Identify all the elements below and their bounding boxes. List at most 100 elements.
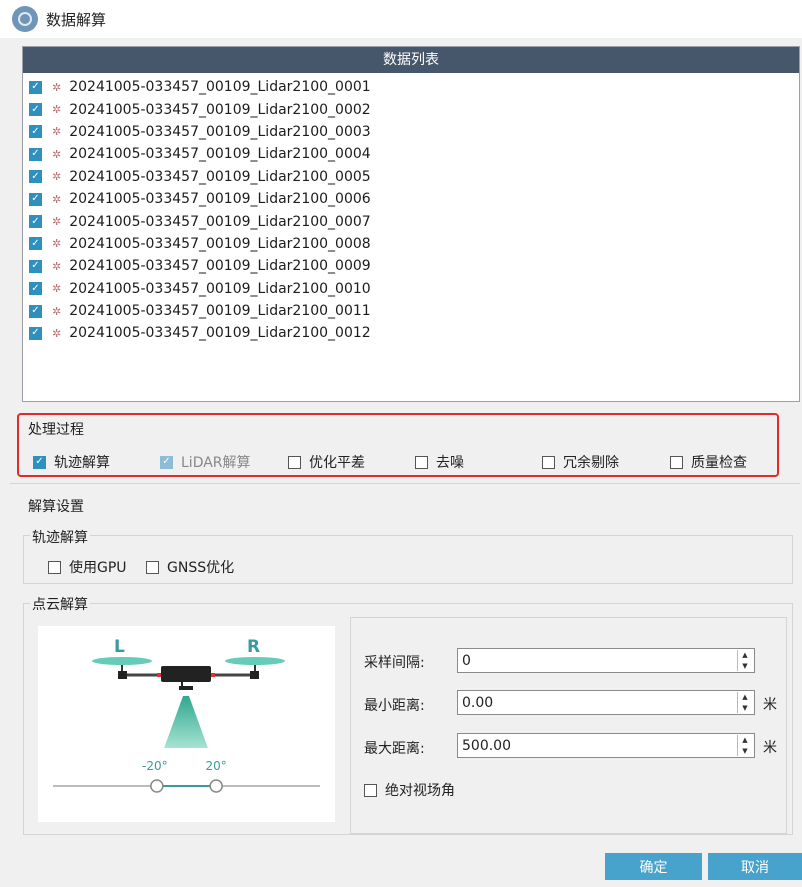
settings-title: 解算设置: [28, 499, 84, 515]
list-item[interactable]: ✓ ✲ 20241005-033457_00109_Lidar2100_0001: [23, 76, 799, 98]
spin-up-icon[interactable]: ▲: [738, 650, 752, 661]
drone-fov-illustration: L R -20° 20°: [38, 626, 335, 822]
point-cloud-icon: ✲: [52, 282, 62, 296]
list-item[interactable]: ✓ ✲ 20241005-033457_00109_Lidar2100_0008: [23, 233, 799, 255]
right-lidar-label: R: [247, 637, 260, 657]
checkbox-checked-icon: ✓: [33, 455, 46, 469]
checkbox-checked-icon: ✓: [160, 455, 173, 469]
list-item[interactable]: ✓ ✲ 20241005-033457_00109_Lidar2100_0003: [23, 121, 799, 143]
checkbox-checked-icon[interactable]: ✓: [29, 170, 42, 184]
spin-arrows[interactable]: ▲ ▼: [737, 692, 752, 713]
process-option-label: 优化平差: [309, 455, 365, 471]
checkbox-checked-icon[interactable]: ✓: [29, 80, 42, 94]
point-cloud-icon: ✲: [52, 125, 62, 139]
min-distance-value: 0.00: [462, 694, 494, 711]
list-item-label: 20241005-033457_00109_Lidar2100_0004: [69, 146, 371, 163]
list-item[interactable]: ✓ ✲ 20241005-033457_00109_Lidar2100_0006: [23, 188, 799, 210]
process-option-checkbox[interactable]: 冗余剔除: [542, 452, 619, 472]
data-list-header: 数据列表: [23, 47, 799, 73]
cancel-button[interactable]: 取消: [708, 853, 802, 880]
process-option-label: 轨迹解算: [54, 455, 110, 471]
checkbox-box: [48, 560, 61, 574]
process-option-checkbox[interactable]: 质量检查: [670, 452, 747, 472]
spin-arrows[interactable]: ▲ ▼: [737, 735, 752, 756]
use-gpu-label: 使用GPU: [69, 560, 127, 576]
checkbox-checked-icon[interactable]: ✓: [29, 103, 42, 117]
checkbox-checked-icon[interactable]: ✓: [29, 326, 42, 340]
list-item[interactable]: ✓ ✲ 20241005-033457_00109_Lidar2100_0005: [23, 166, 799, 188]
lidar-fov-cone: [164, 696, 208, 748]
point-cloud-icon: ✲: [52, 237, 62, 251]
checkbox-checked-icon[interactable]: ✓: [29, 237, 42, 251]
list-item[interactable]: ✓ ✲ 20241005-033457_00109_Lidar2100_0012: [23, 322, 799, 344]
point-cloud-icon: ✲: [52, 326, 62, 340]
spin-down-icon[interactable]: ▼: [738, 703, 752, 714]
list-item[interactable]: ✓ ✲ 20241005-033457_00109_Lidar2100_0004: [23, 143, 799, 165]
list-item[interactable]: ✓ ✲ 20241005-033457_00109_Lidar2100_0002: [23, 98, 799, 120]
gnss-optimize-label: GNSS优化: [167, 560, 235, 576]
list-item-label: 20241005-033457_00109_Lidar2100_0011: [69, 303, 371, 320]
spin-up-icon[interactable]: ▲: [738, 735, 752, 746]
sample-interval-spinbox[interactable]: 0 ▲ ▼: [457, 648, 755, 673]
trajectory-title: 轨迹解算: [30, 527, 90, 547]
use-gpu-checkbox[interactable]: 使用GPU: [48, 557, 127, 577]
point-cloud-icon: ✲: [52, 170, 62, 184]
point-cloud-icon: ✲: [52, 259, 62, 273]
process-option-label: 去噪: [436, 455, 464, 471]
list-item-label: 20241005-033457_00109_Lidar2100_0009: [69, 258, 371, 275]
list-item[interactable]: ✓ ✲ 20241005-033457_00109_Lidar2100_0009: [23, 255, 799, 277]
point-cloud-icon: ✲: [52, 215, 62, 229]
ok-button[interactable]: 确定: [605, 853, 702, 880]
checkbox-checked-icon[interactable]: ✓: [29, 304, 42, 318]
point-cloud-icon: ✲: [52, 304, 62, 318]
angle-min-label: -20°: [142, 759, 168, 773]
process-option-checkbox[interactable]: 优化平差: [288, 452, 365, 472]
max-distance-spinbox[interactable]: 500.00 ▲ ▼: [457, 733, 755, 758]
checkbox-checked-icon[interactable]: ✓: [29, 259, 42, 273]
process-option-checkbox[interactable]: 去噪: [415, 452, 464, 472]
checkbox-checked-icon[interactable]: ✓: [29, 192, 42, 206]
spin-up-icon[interactable]: ▲: [738, 692, 752, 703]
checkbox-box: [146, 560, 159, 574]
process-option-label: 冗余剔除: [563, 455, 619, 471]
left-lidar-label: L: [114, 637, 125, 657]
checkbox-box: [364, 783, 377, 797]
spin-arrows[interactable]: ▲ ▼: [737, 650, 752, 671]
point-cloud-icon: ✲: [52, 80, 62, 94]
min-distance-unit: 米: [763, 697, 777, 713]
app-logo-icon: [12, 6, 38, 32]
right-propeller-icon: [225, 657, 285, 665]
list-item-label: 20241005-033457_00109_Lidar2100_0010: [69, 280, 371, 297]
list-item-label: 20241005-033457_00109_Lidar2100_0005: [69, 168, 371, 185]
point-cloud-icon: ✲: [52, 192, 62, 206]
checkbox-box: [670, 455, 683, 469]
gnss-optimize-checkbox[interactable]: GNSS优化: [146, 557, 234, 577]
max-distance-value: 500.00: [462, 737, 511, 754]
list-item[interactable]: ✓ ✲ 20241005-033457_00109_Lidar2100_0010: [23, 278, 799, 300]
list-item[interactable]: ✓ ✲ 20241005-033457_00109_Lidar2100_0007: [23, 210, 799, 232]
checkbox-checked-icon[interactable]: ✓: [29, 215, 42, 229]
spin-down-icon[interactable]: ▼: [738, 746, 752, 757]
process-option-checkbox[interactable]: ✓ 轨迹解算: [33, 452, 110, 472]
max-distance-label: 最大距离:: [364, 741, 425, 757]
angle-max-handle[interactable]: [209, 779, 223, 793]
checkbox-checked-icon[interactable]: ✓: [29, 282, 42, 296]
min-distance-spinbox[interactable]: 0.00 ▲ ▼: [457, 690, 755, 715]
window-title: 数据解算: [46, 10, 107, 29]
checkbox-checked-icon[interactable]: ✓: [29, 125, 42, 139]
process-highlight-box: [17, 413, 779, 477]
list-item[interactable]: ✓ ✲ 20241005-033457_00109_Lidar2100_0011: [23, 300, 799, 322]
spin-down-icon[interactable]: ▼: [738, 661, 752, 672]
process-option-checkbox: ✓ LiDAR解算: [160, 452, 251, 472]
sample-interval-value: 0: [462, 652, 471, 669]
list-item-label: 20241005-033457_00109_Lidar2100_0006: [69, 191, 371, 208]
checkbox-checked-icon[interactable]: ✓: [29, 147, 42, 161]
pointcloud-title: 点云解算: [30, 594, 90, 614]
drone-svg: L R -20° 20°: [53, 637, 320, 793]
title-bar: 数据解算: [0, 0, 802, 38]
angle-min-handle[interactable]: [150, 779, 164, 793]
checkbox-box: [288, 455, 301, 469]
data-list-body[interactable]: ✓ ✲ 20241005-033457_00109_Lidar2100_0001 ✓ ✲…: [23, 73, 799, 345]
list-item-label: 20241005-033457_00109_Lidar2100_0007: [69, 213, 371, 230]
absolute-fov-checkbox[interactable]: 绝对视场角: [364, 780, 455, 800]
